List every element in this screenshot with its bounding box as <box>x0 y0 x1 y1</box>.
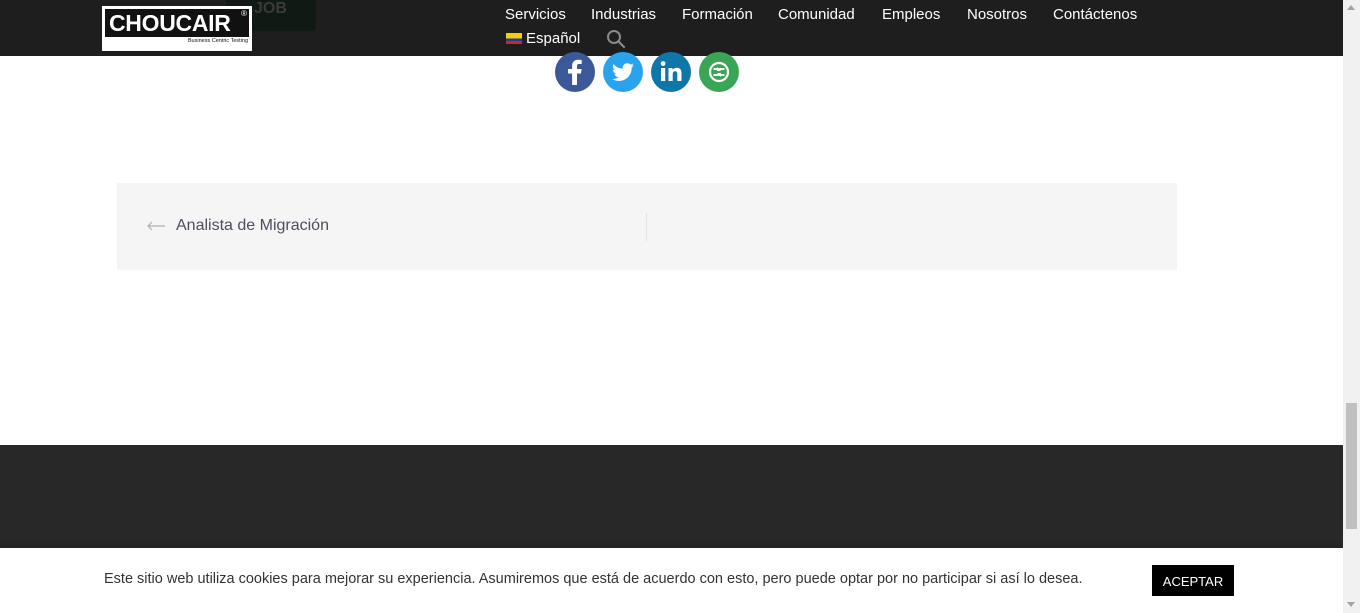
facebook-icon <box>568 59 582 85</box>
scrollbar-thumb[interactable] <box>1346 403 1357 529</box>
nav-item-servicios[interactable]: Servicios <box>505 6 566 23</box>
site-logo[interactable]: CHOUCAIR ® Business Centric Testing <box>102 6 252 51</box>
previous-post-link[interactable]: Analista de Migración <box>176 217 329 235</box>
post-navigation: Analista de Migración <box>117 183 1177 270</box>
cookie-message: Este sitio web utiliza cookies para mejo… <box>104 571 1083 587</box>
more-share-options-button[interactable] <box>699 52 739 92</box>
linkedin-icon <box>660 61 682 81</box>
arrow-left-icon[interactable] <box>146 219 166 233</box>
accept-cookies-button[interactable]: ACEPTAR <box>1152 565 1234 596</box>
facebook-share-button[interactable] <box>555 52 595 92</box>
scroll-up-arrow-icon[interactable] <box>1347 5 1355 10</box>
nav-item-comunidad[interactable]: Comunidad <box>778 6 855 23</box>
nav-item-formacion[interactable]: Formación <box>682 6 753 23</box>
vertical-scrollbar[interactable] <box>1343 0 1360 613</box>
linkedin-share-button[interactable] <box>651 52 691 92</box>
nav-item-empleos[interactable]: Empleos <box>882 6 940 23</box>
colombia-flag-icon <box>506 33 522 44</box>
logo-box: CHOUCAIR ® <box>105 9 249 37</box>
language-switcher[interactable]: Español <box>506 30 580 47</box>
site-header: JOB CHOUCAIR ® Business Centric Testing … <box>0 0 1343 56</box>
twitter-share-button[interactable] <box>603 52 643 92</box>
nav-item-nosotros[interactable]: Nosotros <box>967 6 1027 23</box>
more-options-icon <box>708 61 730 83</box>
nav-item-contactenos[interactable]: Contáctenos <box>1053 6 1137 23</box>
language-label: Español <box>526 30 581 47</box>
logo-text: CHOUCAIR <box>109 10 231 36</box>
post-nav-divider <box>646 213 647 241</box>
logo-tagline: Business Centric Testing <box>187 38 248 44</box>
scroll-down-arrow-icon[interactable] <box>1347 602 1355 607</box>
nav-item-industrias[interactable]: Industrias <box>591 6 656 23</box>
logo-registered-mark: ® <box>241 9 247 18</box>
cookie-consent-bar: Este sitio web utiliza cookies para mejo… <box>0 548 1343 613</box>
search-icon[interactable] <box>606 29 626 49</box>
twitter-icon <box>612 63 634 81</box>
